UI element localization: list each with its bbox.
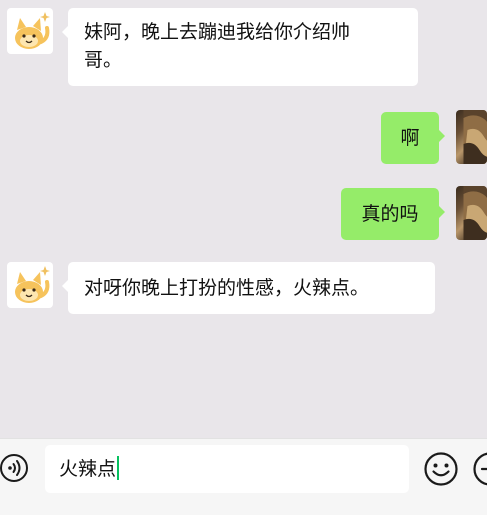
contact-avatar[interactable] [7, 8, 53, 54]
message-text: 对呀你晚上打扮的性感，火辣点。 [84, 277, 370, 299]
emoji-icon [424, 452, 458, 486]
plus-icon [473, 452, 487, 486]
contact-avatar[interactable] [7, 262, 53, 308]
message-input[interactable]: 火辣点 [45, 445, 409, 493]
chat-area: 妹阿，晚上去蹦迪我给你介绍帅 哥。 啊 真的吗 对呀你晚上打扮的性感，火辣点。 [0, 0, 487, 438]
message-text: 啊 [400, 127, 420, 149]
voice-icon [0, 454, 28, 482]
text-caret [117, 456, 120, 480]
photo-avatar-icon [463, 110, 487, 164]
incoming-message-bubble[interactable]: 妹阿，晚上去蹦迪我给你介绍帅 哥。 [62, 8, 418, 86]
message-text-line: 哥。 [84, 49, 123, 71]
cat-avatar-icon [15, 266, 50, 303]
outgoing-message-bubble[interactable]: 真的吗 [341, 188, 445, 240]
cat-avatar-icon [15, 12, 50, 49]
my-avatar[interactable] [456, 186, 487, 240]
message-text-line: 妹阿，晚上去蹦迪我给你介绍帅 [84, 21, 351, 43]
outgoing-message-bubble[interactable]: 啊 [381, 112, 445, 164]
my-avatar[interactable] [456, 110, 487, 164]
photo-avatar-icon [463, 186, 487, 240]
voice-input-button[interactable] [0, 453, 30, 483]
message-composer: 火辣点 [0, 438, 487, 515]
incoming-message-bubble[interactable]: 对呀你晚上打扮的性感，火辣点。 [62, 262, 435, 314]
message-text: 真的吗 [361, 203, 419, 225]
emoji-button[interactable] [423, 451, 459, 487]
message-input-value: 火辣点 [59, 458, 117, 480]
more-options-button[interactable] [472, 451, 487, 487]
